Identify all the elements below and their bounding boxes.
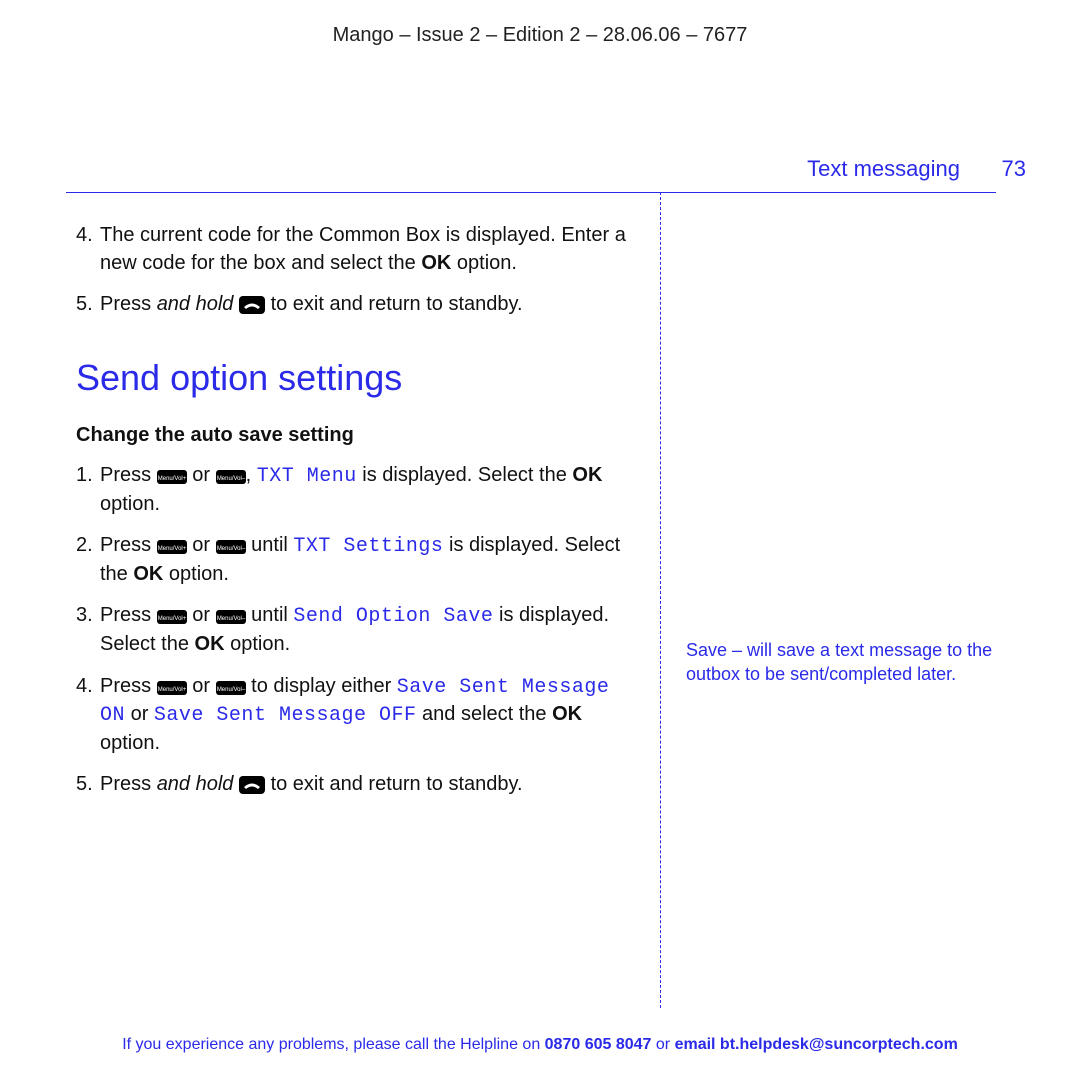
end-call-icon [239,776,265,794]
step-text: The current code for the Common Box is d… [100,224,626,274]
step-number: 1. [76,462,100,518]
or-text: or [125,703,154,725]
menu-vol-plus-icon: Menu/Vol+ [157,540,187,554]
helpline-email: email bt.helpdesk@suncorptech.com [675,1036,958,1053]
menu-vol-plus-icon: Menu/Vol+ [157,610,187,624]
step-text: Press [100,464,157,486]
until-text: until [246,604,294,626]
svg-text:Menu/Vol–: Menu/Vol– [216,687,245,693]
svg-text:Menu/Vol+: Menu/Vol+ [157,476,186,482]
step-number: 3. [76,602,100,658]
side-note: Save – will save a text message to the o… [686,638,996,687]
step-text: and select the [416,703,552,725]
svg-text:Menu/Vol–: Menu/Vol– [216,476,245,482]
horizontal-rule [66,192,996,193]
menu-vol-plus-icon: Menu/Vol+ [157,470,187,484]
and-hold-text: and hold [157,773,234,795]
end-call-icon [239,296,265,314]
step-text: Press [100,604,157,626]
previous-steps-list: 4. The current code for the Common Box i… [76,222,638,319]
footer-text: If you experience any problems, please c… [122,1036,544,1053]
comma-text: , [246,464,257,486]
step-text: option. [225,633,291,655]
step-text: option. [451,252,517,274]
and-hold-text: and hold [157,293,234,315]
step-text: Press [100,534,157,556]
menu-vol-minus-icon: Menu/Vol– [216,540,246,554]
menu-vol-plus-icon: Menu/Vol+ [157,681,187,695]
menu-vol-minus-icon: Menu/Vol– [216,681,246,695]
auto-save-step-4: 4. Press Menu/Vol+ or Menu/Vol– to displ… [76,673,638,758]
step-text: Press [100,675,157,697]
lcd-text: Save Sent Message OFF [154,704,417,727]
step-text: to exit and return to standby. [271,293,523,315]
or-text: or [187,534,216,556]
step-number: 4. [76,222,100,277]
step-number: 5. [76,291,100,319]
helpline-phone: 0870 605 8047 [545,1036,652,1053]
section-heading: Send option settings [76,353,638,403]
ok-label: OK [421,252,451,274]
helpline-footer: If you experience any problems, please c… [0,1036,1080,1054]
svg-text:Menu/Vol+: Menu/Vol+ [157,616,186,622]
section-label: Text messaging [807,156,960,182]
or-text: or [187,464,216,486]
sub-heading: Change the auto save setting [76,422,638,450]
step-number: 2. [76,532,100,588]
auto-save-step-1: 1. Press Menu/Vol+ or Menu/Vol–, TXT Men… [76,462,638,518]
main-content-column: 4. The current code for the Common Box i… [76,222,638,813]
lcd-text: Send Option Save [293,605,493,628]
auto-save-steps-list: 1. Press Menu/Vol+ or Menu/Vol–, TXT Men… [76,462,638,799]
document-header: Mango – Issue 2 – Edition 2 – 28.06.06 –… [0,24,1080,47]
svg-text:Menu/Vol+: Menu/Vol+ [157,687,186,693]
step-text: is displayed. Select the [357,464,573,486]
lcd-text: TXT Menu [257,465,357,488]
step-text: option. [100,732,160,754]
or-text: or [187,675,216,697]
menu-vol-minus-icon: Menu/Vol– [216,470,246,484]
page-number: 73 [1002,156,1026,182]
svg-text:Menu/Vol–: Menu/Vol– [216,616,245,622]
prev-step-5: 5. Press and hold to exit and return to … [76,291,638,319]
step-text: option. [163,563,229,585]
until-text: until [246,534,294,556]
step-number: 4. [76,673,100,758]
step-text: to display either [246,675,397,697]
prev-step-4: 4. The current code for the Common Box i… [76,222,638,277]
svg-text:Menu/Vol+: Menu/Vol+ [157,546,186,552]
step-text: to exit and return to standby. [271,773,523,795]
ok-label: OK [195,633,225,655]
vertical-separator [660,192,661,1008]
ok-label: OK [133,563,163,585]
ok-label: OK [572,464,602,486]
step-text: option. [100,493,160,515]
or-text: or [187,604,216,626]
footer-text: or [651,1036,674,1053]
ok-label: OK [552,703,582,725]
step-text: Press [100,293,157,315]
svg-text:Menu/Vol–: Menu/Vol– [216,546,245,552]
auto-save-step-3: 3. Press Menu/Vol+ or Menu/Vol– until Se… [76,602,638,658]
auto-save-step-2: 2. Press Menu/Vol+ or Menu/Vol– until TX… [76,532,638,588]
step-number: 5. [76,771,100,799]
auto-save-step-5: 5. Press and hold to exit and return to … [76,771,638,799]
lcd-text: TXT Settings [293,535,443,558]
menu-vol-minus-icon: Menu/Vol– [216,610,246,624]
step-text: Press [100,773,157,795]
